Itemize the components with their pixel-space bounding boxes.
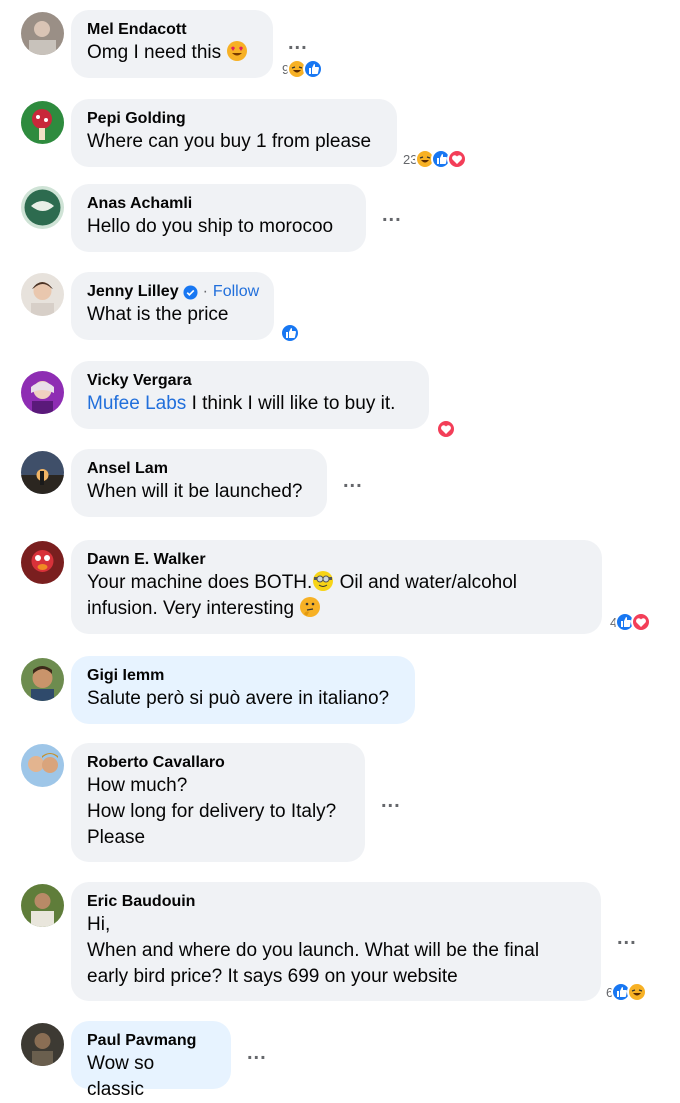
love-reaction-icon <box>436 419 456 439</box>
comment-text: Omg I need this <box>87 40 257 66</box>
more-options-icon[interactable]: ... <box>288 33 308 53</box>
comment-bubble: Gigi Iemm Salute però si può avere in it… <box>71 656 415 724</box>
love-reaction-icon <box>447 149 468 169</box>
comment-text: How much? How long for delivery to Italy… <box>87 775 337 848</box>
comment-text: When will it be launched? <box>87 481 303 502</box>
more-options-icon[interactable]: ... <box>381 791 401 811</box>
commenter-name[interactable]: Paul Pavmang <box>87 1031 215 1051</box>
reaction-summary[interactable]: 4 <box>608 611 654 633</box>
commenter-name[interactable]: Pepi Golding <box>87 109 381 129</box>
avatar[interactable] <box>21 451 64 494</box>
heart-eyes-emoji-icon <box>226 40 248 62</box>
avatar[interactable] <box>21 101 64 144</box>
comment-bubble: Roberto Cavallaro How much? How long for… <box>71 743 365 862</box>
love-reaction-icon <box>631 612 652 632</box>
reaction-summary[interactable]: 23 <box>401 148 470 170</box>
follow-button[interactable]: Follow <box>213 282 259 302</box>
comment-text: Mufee Labs I think I will like to buy it… <box>87 393 396 414</box>
like-reaction-icon <box>280 323 300 343</box>
comment-bubble: Eric Baudouin Hi, When and where do you … <box>71 882 601 1001</box>
mention-link[interactable]: Mufee Labs <box>87 393 186 414</box>
commenter-name[interactable]: Gigi Iemm <box>87 666 399 686</box>
avatar[interactable] <box>21 371 64 414</box>
more-options-icon[interactable]: ... <box>343 471 363 491</box>
avatar[interactable] <box>21 273 64 316</box>
avatar[interactable] <box>21 186 64 229</box>
reaction-summary[interactable] <box>278 322 302 344</box>
haha-reaction-icon <box>627 982 648 1002</box>
verified-badge-icon <box>183 284 198 300</box>
comment-text: Your machine does BOTH. Oil and water/al… <box>87 570 518 619</box>
reaction-summary[interactable]: 9 <box>280 58 326 80</box>
avatar[interactable] <box>21 12 64 55</box>
commenter-name[interactable]: Anas Achamli <box>87 194 350 214</box>
commenter-name[interactable]: Dawn E. Walker <box>87 550 586 570</box>
minion-emoji-icon <box>312 570 334 592</box>
commenter-name[interactable]: Jenny Lilley · Follow <box>87 282 259 302</box>
comment-bubble: Jenny Lilley · Follow What is the price <box>71 272 274 340</box>
comment-text: Hi, When and where do you launch. What w… <box>87 914 540 987</box>
comment-bubble: Ansel Lam When will it be launched? <box>71 449 327 517</box>
comment-bubble: Pepi Golding Where can you buy 1 from pl… <box>71 99 397 167</box>
avatar[interactable] <box>21 541 64 584</box>
reaction-summary[interactable] <box>434 418 458 440</box>
thinking-emoji-icon <box>299 596 321 618</box>
commenter-name[interactable]: Eric Baudouin <box>87 892 585 912</box>
comment-text: Where can you buy 1 from please <box>87 131 372 152</box>
comment-bubble: Mel Endacott Omg I need this <box>71 10 273 78</box>
more-options-icon[interactable]: ... <box>247 1043 267 1063</box>
commenter-name[interactable]: Vicky Vergara <box>87 371 413 391</box>
comment-text: Salute però si può avere in italiano? <box>87 688 390 709</box>
comment-bubble: Paul Pavmang Wow so classic <box>71 1021 231 1100</box>
comment-text: Wow so classic <box>87 1053 155 1100</box>
comment-bubble: Dawn E. Walker Your machine does BOTH. O… <box>71 540 602 634</box>
comment-bubble: Anas Achamli Hello do you ship to moroco… <box>71 184 366 252</box>
avatar[interactable] <box>21 1023 64 1066</box>
commenter-name[interactable]: Roberto Cavallaro <box>87 753 349 773</box>
comment-bubble: Vicky Vergara Mufee Labs I think I will … <box>71 361 429 429</box>
comment-text: Hello do you ship to morocoo <box>87 216 334 237</box>
commenter-name[interactable]: Mel Endacott <box>87 20 257 40</box>
more-options-icon[interactable]: ... <box>617 928 637 948</box>
commenter-name[interactable]: Ansel Lam <box>87 459 311 479</box>
reaction-summary[interactable]: 6 <box>604 981 650 1003</box>
name-separator: · <box>202 283 208 300</box>
avatar[interactable] <box>21 884 64 927</box>
more-options-icon[interactable]: ... <box>382 205 402 225</box>
avatar[interactable] <box>21 744 64 787</box>
avatar[interactable] <box>21 658 64 701</box>
comment-text: What is the price <box>87 304 229 325</box>
like-reaction-icon <box>303 59 324 79</box>
